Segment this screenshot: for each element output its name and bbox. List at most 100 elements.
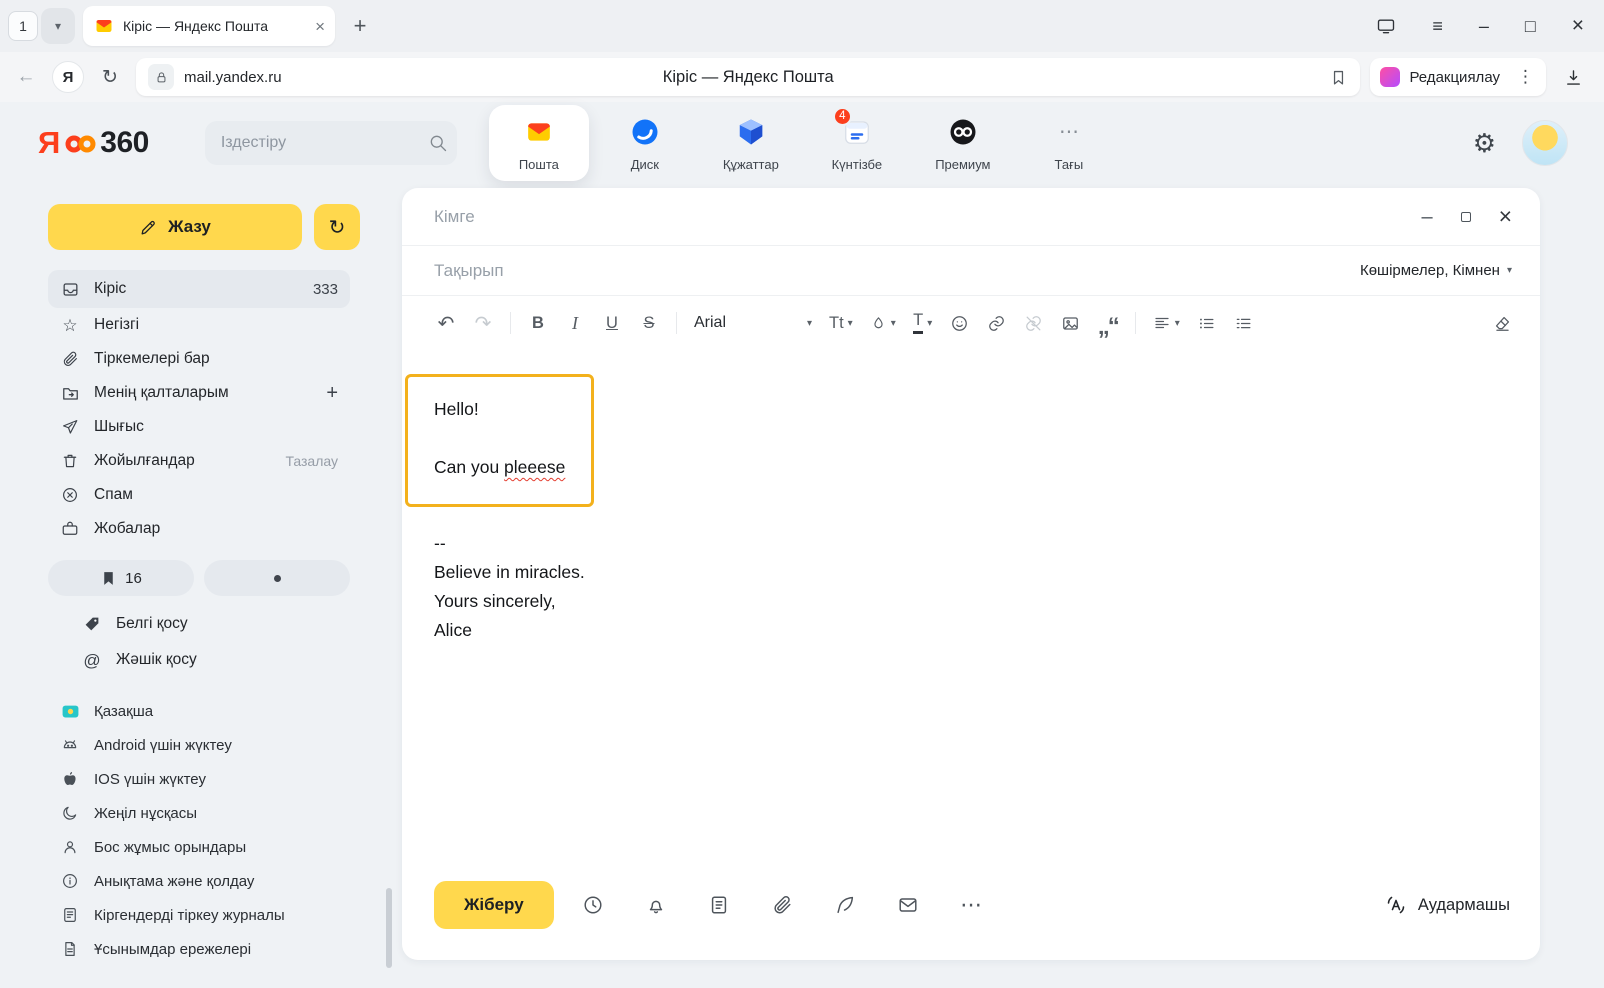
strikethrough-button[interactable]: S <box>639 314 659 333</box>
link-light-version[interactable]: Жеңіл нұсқасы <box>48 796 396 830</box>
compose-button[interactable]: Жазу <box>48 204 302 250</box>
add-label-item[interactable]: Белгі қосу <box>48 606 396 642</box>
window-close-button[interactable]: × <box>1572 14 1584 38</box>
link-signin-log[interactable]: Кіргендерді тіркеу журналы <box>48 898 396 932</box>
service-docs[interactable]: Құжаттар <box>701 105 801 181</box>
search-box[interactable] <box>205 121 457 165</box>
folder-primary[interactable]: ☆ Негізгі <box>48 308 350 342</box>
bookmark-icon[interactable] <box>1329 68 1348 87</box>
browser-toolbar: ← Я ↻ mail.yandex.ru Кіріс — Яндекс Пошт… <box>0 52 1604 102</box>
back-icon[interactable]: ← <box>10 66 42 88</box>
tab-group-chevron-icon[interactable]: ▾ <box>41 8 75 44</box>
link-vacancies[interactable]: Бос жұмыс орындары <box>48 830 396 864</box>
link-recommendation-rules[interactable]: Ұсынымдар ережелері <box>48 932 396 966</box>
add-folder-icon[interactable]: + <box>326 383 338 403</box>
undo-icon[interactable]: ↶ <box>436 311 456 336</box>
folder-projects[interactable]: Жобалар <box>48 512 350 546</box>
add-mailbox-item[interactable]: @ Жәшік қосу <box>48 642 396 678</box>
sidebar-scrollbar[interactable] <box>386 888 392 968</box>
link-icon[interactable] <box>987 314 1007 333</box>
tab-close-icon[interactable]: × <box>315 18 325 35</box>
compose-close-icon[interactable]: × <box>1499 205 1512 228</box>
folder-spam[interactable]: Спам <box>48 478 350 512</box>
more-actions-icon[interactable]: ⋯ <box>940 894 1003 916</box>
font-size-dropdown[interactable]: Tt ▾ <box>829 314 853 333</box>
compose-minimize-icon[interactable]: – <box>1421 207 1432 227</box>
link-language[interactable]: Қазақша <box>48 694 396 728</box>
unlink-icon[interactable] <box>1024 314 1044 333</box>
chevron-down-icon: ▾ <box>927 318 932 329</box>
service-more[interactable]: ⋯ Тағы <box>1019 105 1119 181</box>
chip-more-icon[interactable]: ⋮ <box>1509 67 1542 87</box>
service-calendar[interactable]: 4 Күнтізбе <box>807 105 907 181</box>
folder-inbox[interactable]: Кіріс 333 <box>48 270 350 308</box>
link-ios[interactable]: IOS үшін жүктеу <box>48 762 396 796</box>
avatar[interactable] <box>1522 120 1568 166</box>
highlight-color-dropdown[interactable]: ▾ <box>870 315 896 332</box>
cc-from-toggle[interactable]: Көшірмелер, Кімнен ▾ <box>1360 262 1512 279</box>
underline-button[interactable]: U <box>602 314 622 333</box>
inbox-icon <box>60 280 80 299</box>
address-bar[interactable]: mail.yandex.ru Кіріс — Яндекс Пошта <box>136 58 1360 96</box>
browser-tab[interactable]: Кіріс — Яндекс Пошта × <box>83 6 335 46</box>
font-family-dropdown[interactable]: Arial ▾ <box>694 314 812 332</box>
browser-menu-icon[interactable]: ≡ <box>1432 17 1443 35</box>
folder-sent[interactable]: Шығыс <box>48 410 350 444</box>
link-android[interactable]: Android үшін жүктеу <box>48 728 396 762</box>
italic-button[interactable]: I <box>565 313 585 334</box>
numbered-list-icon[interactable] <box>1234 314 1254 333</box>
new-tab-button[interactable]: + <box>343 9 377 43</box>
attach-file-icon[interactable] <box>751 894 814 916</box>
envelope-icon[interactable] <box>877 894 940 916</box>
blockquote-icon[interactable]: „“ <box>1098 323 1118 331</box>
schedule-send-icon[interactable] <box>562 894 625 916</box>
signature-pen-icon[interactable] <box>814 894 877 916</box>
tab-group-count[interactable]: 1 <box>8 11 38 41</box>
reminder-bell-icon[interactable] <box>625 894 688 916</box>
link-help[interactable]: Анықтама және қолдау <box>48 864 396 898</box>
emoji-icon[interactable] <box>950 314 970 333</box>
folder-with-attachments[interactable]: Тіркемелері бар <box>48 342 350 376</box>
compose-restore-icon[interactable] <box>1461 212 1471 222</box>
clear-formatting-icon[interactable] <box>1492 314 1512 333</box>
folder-my-folders[interactable]: Менің қалталарым + <box>48 376 350 410</box>
yandex360-logo[interactable]: Я 360 <box>38 125 149 161</box>
search-input[interactable] <box>221 134 428 152</box>
labels-pill[interactable]: 16 <box>48 560 194 596</box>
bullet-list-icon[interactable] <box>1197 314 1217 333</box>
align-dropdown[interactable]: ▾ <box>1153 314 1180 332</box>
tab-group-control[interactable]: 1 ▾ <box>8 8 75 44</box>
service-label: Құжаттар <box>723 157 779 172</box>
yandex-button[interactable]: Я <box>52 61 84 93</box>
folder-label: Негізгі <box>94 316 139 334</box>
empty-trash-link[interactable]: Тазалау <box>285 453 338 469</box>
link-label: Бос жұмыс орындары <box>94 839 246 856</box>
service-mail[interactable]: Пошта <box>489 105 589 181</box>
label-pill[interactable] <box>204 560 350 596</box>
translator-button[interactable]: Аудармашы <box>1384 893 1510 917</box>
downloads-icon[interactable] <box>1556 67 1590 88</box>
window-maximize-button[interactable]: □ <box>1525 17 1536 35</box>
devices-icon[interactable] <box>1376 16 1396 36</box>
folder-trash[interactable]: Жойылғандар Тазалау <box>48 444 350 478</box>
folder-label: Жобалар <box>94 520 160 538</box>
insert-image-icon[interactable] <box>1061 314 1081 333</box>
service-disk[interactable]: Диск <box>595 105 695 181</box>
text-color-dropdown[interactable]: T ▾ <box>913 312 933 333</box>
subject-field[interactable] <box>434 261 1360 281</box>
template-icon[interactable] <box>688 894 751 916</box>
window-minimize-button[interactable]: – <box>1479 17 1489 35</box>
reload-icon[interactable]: ↻ <box>94 66 126 89</box>
service-premium[interactable]: Премиум <box>913 105 1013 181</box>
gear-icon[interactable]: ⚙ <box>1473 128 1496 159</box>
logo-ya-letter: Я <box>38 125 60 161</box>
refresh-mail-button[interactable]: ↻ <box>314 204 360 250</box>
android-icon <box>60 736 80 754</box>
bold-button[interactable]: B <box>528 314 548 333</box>
to-field[interactable] <box>434 207 1421 227</box>
redo-icon[interactable]: ↷ <box>473 311 493 336</box>
edit-mode-chip[interactable]: Редакциялау ⋮ <box>1370 58 1546 96</box>
edit-mode-icon <box>1380 67 1400 87</box>
send-button[interactable]: Жіберу <box>434 881 554 929</box>
message-body[interactable]: Hello! Can you pleeese -- Believe in mir… <box>402 350 1540 864</box>
